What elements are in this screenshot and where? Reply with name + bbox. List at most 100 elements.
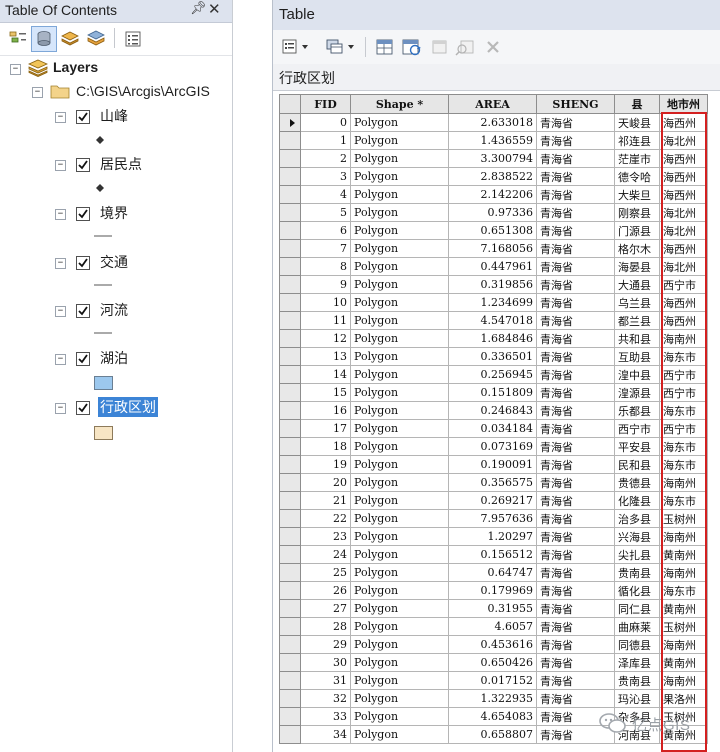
cell-shape[interactable]: Polygon [350,293,449,312]
cell-shape[interactable]: Polygon [350,419,449,438]
cell-sheng[interactable]: 青海省 [536,653,615,672]
layer-label-lake[interactable]: 湖泊 [100,348,128,368]
cell-sheng[interactable]: 青海省 [536,311,615,330]
table-row[interactable]: 9 Polygon 0.319856 青海省 大通县 西宁市 [279,275,708,294]
cell-fid[interactable]: 32 [300,689,351,708]
cell-fid[interactable]: 27 [300,599,351,618]
cell-area[interactable]: 3.300794 [448,149,537,168]
cell-area[interactable]: 0.97336 [448,203,537,222]
cell-sheng[interactable]: 青海省 [536,203,615,222]
cell-county[interactable]: 共和县 [614,329,660,348]
cell-shape[interactable]: Polygon [350,581,449,600]
cell-area[interactable]: 0.073169 [448,437,537,456]
cell-shape[interactable]: Polygon [350,329,449,348]
expand-collapse-toggle[interactable]: − [55,112,66,123]
table-row[interactable]: 21 Polygon 0.269217 青海省 化隆县 海东市 [279,491,708,510]
cell-sheng[interactable]: 青海省 [536,509,615,528]
cell-area[interactable]: 1.436559 [448,131,537,150]
cell-county[interactable]: 治多县 [614,509,660,528]
cell-sheng[interactable]: 青海省 [536,329,615,348]
cell-fid[interactable]: 9 [300,275,351,294]
cell-fid[interactable]: 1 [300,131,351,150]
cell-shape[interactable]: Polygon [350,257,449,276]
cell-shape[interactable]: Polygon [350,455,449,474]
row-selector[interactable] [279,203,301,222]
cell-sheng[interactable]: 青海省 [536,455,615,474]
table-row[interactable]: 29 Polygon 0.453616 青海省 同德县 海南州 [279,635,708,654]
row-selector[interactable] [279,383,301,402]
cell-area[interactable]: 0.151809 [448,383,537,402]
cell-county[interactable]: 西宁市 [614,419,660,438]
cell-fid[interactable]: 34 [300,725,351,744]
cell-area[interactable]: 2.142206 [448,185,537,204]
cell-area[interactable]: 0.651308 [448,221,537,240]
expand-collapse-toggle[interactable]: − [10,64,21,75]
cell-sheng[interactable]: 青海省 [536,491,615,510]
cell-area[interactable]: 1.20297 [448,527,537,546]
cell-area[interactable]: 0.447961 [448,257,537,276]
layer-visibility-checkbox[interactable] [76,158,90,172]
table-row[interactable]: 2 Polygon 3.300794 青海省 茫崖市 海西州 [279,149,708,168]
pin-icon[interactable]: 📌︎ [190,1,207,16]
cell-shape[interactable]: Polygon [350,275,449,294]
cell-fid[interactable]: 19 [300,455,351,474]
layer-label-admin-division[interactable]: 行政区划 [98,397,158,417]
cell-fid[interactable]: 24 [300,545,351,564]
table-row[interactable]: 6 Polygon 0.651308 青海省 门源县 海北州 [279,221,708,240]
row-selector[interactable] [279,527,301,546]
table-row[interactable]: 8 Polygon 0.447961 青海省 海晏县 海北州 [279,257,708,276]
row-selector[interactable] [279,311,301,330]
cell-prefecture[interactable]: 海南州 [659,527,708,546]
cell-shape[interactable]: Polygon [350,707,449,726]
table-row[interactable]: 24 Polygon 0.156512 青海省 尖扎县 黄南州 [279,545,708,564]
cell-shape[interactable]: Polygon [350,563,449,582]
cell-county[interactable]: 循化县 [614,581,660,600]
cell-shape[interactable]: Polygon [350,131,449,150]
cell-area[interactable]: 0.336501 [448,347,537,366]
cell-fid[interactable]: 13 [300,347,351,366]
cell-prefecture[interactable]: 西宁市 [659,275,708,294]
expand-collapse-toggle[interactable]: − [55,209,66,220]
cell-prefecture[interactable]: 海南州 [659,671,708,690]
cell-sheng[interactable]: 青海省 [536,401,615,420]
cell-prefecture[interactable]: 海西州 [659,113,708,132]
cell-county[interactable]: 大柴旦 [614,185,660,204]
cell-shape[interactable]: Polygon [350,725,449,744]
cell-county[interactable]: 都兰县 [614,311,660,330]
row-selector[interactable] [279,275,301,294]
column-header-sheng[interactable]: SHENG [536,94,615,114]
cell-area[interactable]: 1.234699 [448,293,537,312]
layer-visibility-checkbox[interactable] [76,256,90,270]
expand-collapse-toggle[interactable]: − [55,160,66,171]
list-by-visibility-button[interactable] [57,26,83,52]
cell-fid[interactable]: 22 [300,509,351,528]
cell-area[interactable]: 0.453616 [448,635,537,654]
table-row[interactable]: 31 Polygon 0.017152 青海省 贵南县 海南州 [279,671,708,690]
table-row[interactable]: 5 Polygon 0.97336 青海省 刚察县 海北州 [279,203,708,222]
layer-label-settlement[interactable]: 居民点 [100,154,142,174]
cell-shape[interactable]: Polygon [350,221,449,240]
table-row[interactable]: 3 Polygon 2.838522 青海省 德令哈 海西州 [279,167,708,186]
cell-sheng[interactable]: 青海省 [536,221,615,240]
layer-visibility-checkbox[interactable] [76,110,90,124]
cell-shape[interactable]: Polygon [350,473,449,492]
cell-shape[interactable]: Polygon [350,347,449,366]
cell-prefecture[interactable]: 海北州 [659,203,708,222]
cell-fid[interactable]: 7 [300,239,351,258]
cell-area[interactable]: 0.034184 [448,419,537,438]
row-selector[interactable] [279,635,301,654]
cell-fid[interactable]: 8 [300,257,351,276]
cell-area[interactable]: 0.256945 [448,365,537,384]
cell-sheng[interactable]: 青海省 [536,635,615,654]
clear-selection-button[interactable] [431,37,449,57]
cell-shape[interactable]: Polygon [350,185,449,204]
table-row[interactable]: 12 Polygon 1.684846 青海省 共和县 海南州 [279,329,708,348]
cell-county[interactable]: 大通县 [614,275,660,294]
table-row[interactable]: 28 Polygon 4.6057 青海省 曲麻莱 玉树州 [279,617,708,636]
cell-prefecture[interactable]: 海北州 [659,257,708,276]
cell-county[interactable]: 海晏县 [614,257,660,276]
cell-prefecture[interactable]: 玉树州 [659,617,708,636]
table-row[interactable]: 4 Polygon 2.142206 青海省 大柴旦 海西州 [279,185,708,204]
list-by-source-button[interactable] [31,26,57,52]
row-selector-header[interactable] [279,94,301,114]
